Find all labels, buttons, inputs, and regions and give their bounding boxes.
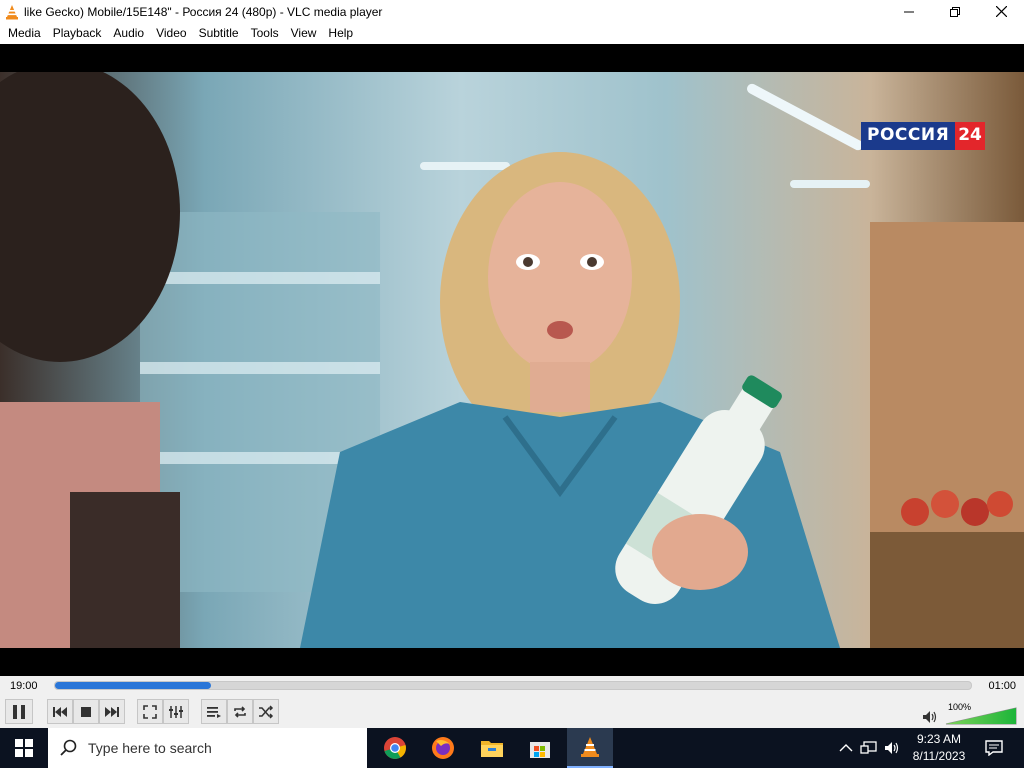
volume-slider[interactable]: [945, 704, 1017, 725]
system-tray: [838, 728, 900, 768]
menu-audio[interactable]: Audio: [107, 23, 150, 44]
firefox-icon: [432, 737, 454, 759]
pause-button[interactable]: [5, 699, 33, 724]
video-frame: РОССИЯ 24: [0, 72, 1024, 648]
playback-controls: 19:00 01:00 100%: [0, 676, 1024, 728]
search-placeholder: Type here to search: [88, 740, 212, 756]
chrome-icon: [384, 737, 406, 759]
stop-icon: [81, 706, 91, 717]
menu-bar: Media Playback Audio Video Subtitle Tool…: [0, 23, 1024, 44]
extended-settings-icon: [169, 705, 183, 718]
taskbar-vlc[interactable]: [567, 728, 613, 768]
shuffle-icon: [259, 704, 274, 719]
seek-bar[interactable]: [54, 681, 972, 690]
taskbar-search-box[interactable]: Type here to search: [48, 728, 367, 768]
video-display[interactable]: РОССИЯ 24: [0, 44, 1024, 676]
microsoft-store-icon: [530, 742, 550, 758]
channel-logo-number: 24: [955, 122, 985, 150]
windows-icon: [15, 739, 33, 757]
taskbar-clock[interactable]: 9:23 AM 8/11/2023: [906, 731, 972, 765]
maximize-button[interactable]: [932, 0, 978, 23]
network-icon[interactable]: [860, 741, 878, 755]
close-icon: [995, 6, 1007, 17]
taskbar-firefox[interactable]: [420, 728, 466, 768]
notification-icon: [985, 740, 1003, 756]
minimize-icon: [904, 11, 914, 12]
taskbar-microsoft-store[interactable]: [517, 728, 563, 768]
next-icon: [105, 706, 119, 717]
file-explorer-icon: [481, 741, 503, 757]
speaker-icon[interactable]: [922, 710, 938, 724]
channel-logo: РОССИЯ 24: [861, 122, 985, 150]
next-button[interactable]: [99, 699, 125, 724]
menu-tools[interactable]: Tools: [245, 23, 285, 44]
vlc-app-icon: [6, 4, 18, 19]
previous-button[interactable]: [47, 699, 73, 724]
previous-icon: [53, 706, 67, 717]
show-hidden-icons-icon[interactable]: [838, 742, 854, 754]
menu-video[interactable]: Video: [150, 23, 192, 44]
seek-progress: [55, 682, 211, 689]
stop-button[interactable]: [73, 699, 99, 724]
taskbar-file-explorer[interactable]: [469, 728, 515, 768]
title-bar: like Gecko) Mobile/15E148" - Россия 24 (…: [0, 0, 1024, 23]
clock-time: 9:23 AM: [916, 732, 962, 746]
taskbar: Type here to search 9:23 AM 8/11/2023: [0, 728, 1024, 768]
volume-tray-icon[interactable]: [884, 741, 900, 755]
total-time[interactable]: 01:00: [988, 680, 1016, 692]
extended-settings-button[interactable]: [163, 699, 189, 724]
channel-logo-name: РОССИЯ: [861, 122, 956, 150]
taskbar-chrome[interactable]: [372, 728, 418, 768]
loop-icon: [234, 705, 246, 718]
playlist-icon: [207, 706, 221, 718]
menu-subtitle[interactable]: Subtitle: [193, 23, 245, 44]
loop-button[interactable]: [227, 699, 253, 724]
close-button[interactable]: [978, 0, 1024, 23]
shuffle-button[interactable]: [253, 699, 279, 724]
start-button[interactable]: [0, 728, 48, 768]
playlist-button[interactable]: [201, 699, 227, 724]
window-title: like Gecko) Mobile/15E148" - Россия 24 (…: [24, 4, 383, 19]
minimize-button[interactable]: [886, 0, 932, 23]
video-scene: [0, 72, 1024, 648]
action-center-button[interactable]: [974, 728, 1014, 768]
clock-date: 8/11/2023: [912, 749, 966, 763]
search-icon: [60, 739, 77, 756]
restore-icon: [950, 6, 960, 17]
menu-media[interactable]: Media: [2, 23, 47, 44]
fullscreen-icon: [143, 704, 157, 719]
elapsed-time[interactable]: 19:00: [10, 680, 38, 692]
pause-icon: [13, 704, 25, 719]
menu-view[interactable]: View: [285, 23, 323, 44]
fullscreen-button[interactable]: [137, 699, 163, 724]
vlc-icon: [581, 737, 599, 757]
menu-playback[interactable]: Playback: [47, 23, 108, 44]
menu-help[interactable]: Help: [322, 23, 359, 44]
